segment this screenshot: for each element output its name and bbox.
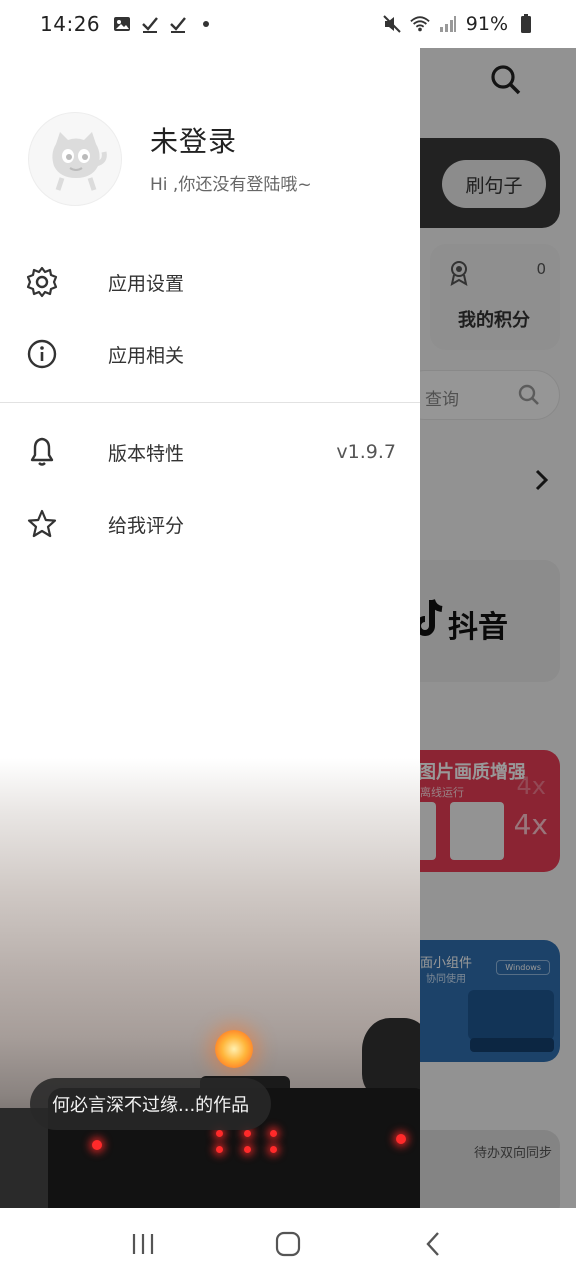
sun [215, 1030, 253, 1068]
menu-item-rate-app[interactable]: 给我评分 [0, 492, 420, 556]
user-subtitle: Hi ,你还没有登陆哦~ [150, 175, 312, 195]
check-icon [140, 14, 160, 34]
wifi-icon [410, 14, 430, 34]
status-right-icons: 91% [382, 13, 536, 35]
signal-icon [438, 14, 458, 34]
image-icon [112, 14, 132, 34]
status-time: 14:26 [40, 12, 101, 36]
mute-icon [382, 14, 402, 34]
star-icon [24, 506, 60, 542]
gear-icon [24, 264, 60, 300]
battery-icon [516, 14, 536, 34]
tail-light [244, 1130, 251, 1137]
avatar[interactable] [28, 112, 122, 206]
info-icon [24, 336, 60, 372]
tail-light [244, 1146, 251, 1153]
drawer-background-photo [0, 758, 420, 1208]
cat-avatar-icon [52, 132, 107, 191]
author-toast: 何必言深不过缘...的作品 [30, 1078, 272, 1130]
tail-light [270, 1130, 277, 1137]
tail-light [216, 1146, 223, 1153]
tree-silhouette [362, 1018, 420, 1098]
menu-label: 给我评分 [108, 514, 185, 537]
bell-icon [24, 434, 60, 470]
battery-percent: 91% [465, 13, 508, 35]
menu-divider [0, 402, 420, 403]
menu-item-app-settings[interactable]: 应用设置 [0, 250, 420, 314]
menu-label: 应用相关 [108, 344, 185, 367]
menu-label: 版本特性 [108, 442, 185, 465]
menu-item-app-about[interactable]: 应用相关 [0, 322, 420, 386]
tail-light [216, 1130, 223, 1137]
check-icon [168, 14, 188, 34]
system-nav-bar [0, 1208, 576, 1280]
status-bar: 14:26 91% [0, 0, 576, 48]
status-left-icons [112, 14, 216, 34]
recent-apps-icon[interactable] [119, 1220, 167, 1268]
menu-item-version-features[interactable]: 版本特性 v1.9.7 [0, 420, 420, 484]
dot-icon [196, 14, 216, 34]
navigation-drawer: 未登录 Hi ,你还没有登陆哦~ 应用设置 应用相关 版本特性 v1.9.7 给… [0, 48, 420, 1208]
user-name[interactable]: 未登录 [150, 120, 237, 160]
version-value: v1.9.7 [336, 441, 396, 463]
back-icon[interactable] [409, 1220, 457, 1268]
home-icon[interactable] [264, 1220, 312, 1268]
tail-light [270, 1146, 277, 1153]
menu-label: 应用设置 [108, 272, 185, 295]
tail-light [92, 1140, 102, 1150]
tail-light [396, 1134, 406, 1144]
